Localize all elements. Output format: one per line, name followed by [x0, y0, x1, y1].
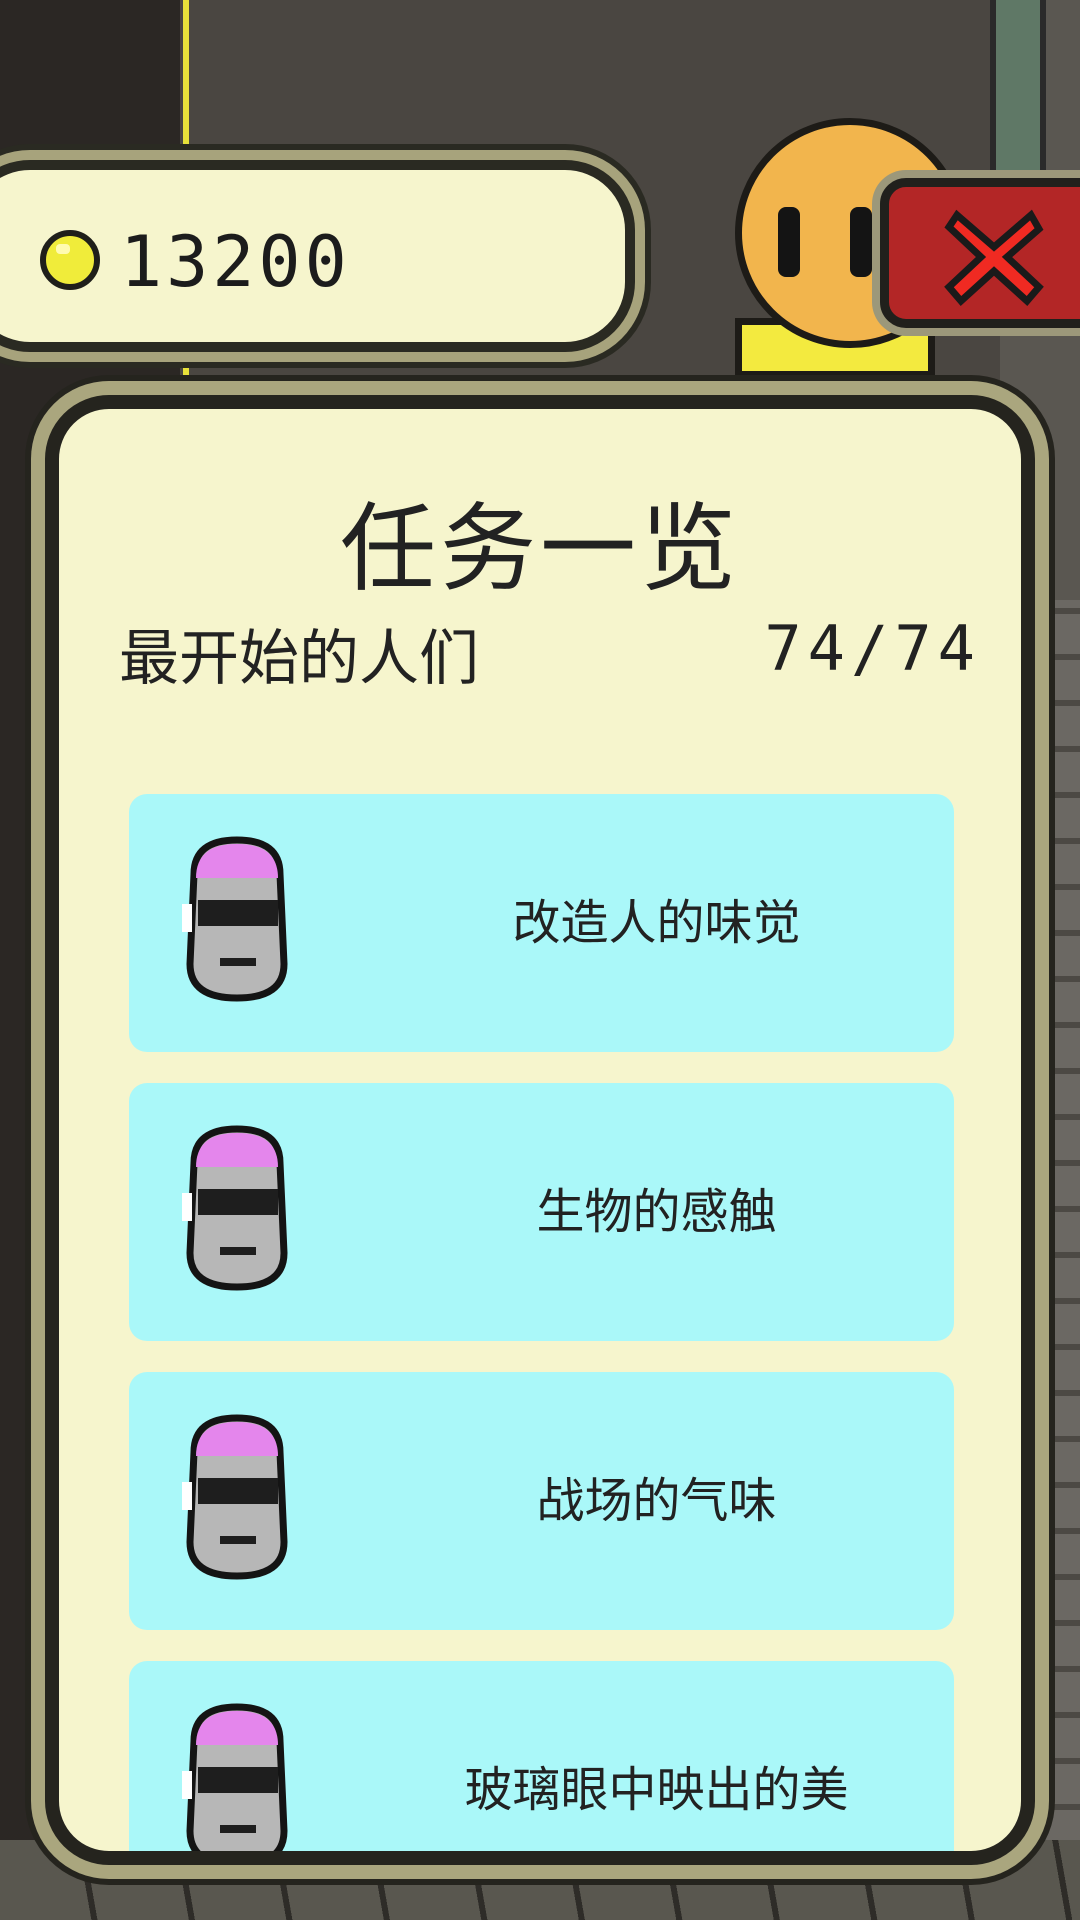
close-x-icon [944, 209, 1044, 307]
quest-item[interactable]: 战场的气味 [129, 1372, 954, 1630]
background-pole [990, 0, 1046, 190]
quest-list: 改造人的味觉 生物的感触 战场的气味 玻璃眼中映出的美 [129, 794, 954, 1851]
quest-progress-count: 74/74 [764, 612, 981, 685]
quest-item[interactable]: 生物的感触 [129, 1083, 954, 1341]
quest-title: 玻璃眼中映出的美 [464, 1762, 849, 1818]
currency-value: 13200 [120, 221, 351, 303]
panel-title: 任务一览 [340, 493, 740, 605]
quest-title: 改造人的味觉 [512, 895, 801, 951]
close-button[interactable] [880, 178, 1080, 328]
robot-helmet-icon [182, 1703, 288, 1851]
mascot-right-eye [850, 207, 872, 277]
quest-title: 战场的气味 [536, 1473, 777, 1529]
robot-helmet-icon [182, 1414, 288, 1580]
quest-item[interactable]: 改造人的味觉 [129, 794, 954, 1052]
robot-helmet-icon [182, 1125, 288, 1291]
quest-item[interactable]: 玻璃眼中映出的美 [129, 1661, 954, 1851]
quest-title: 生物的感触 [536, 1184, 777, 1240]
quest-list-panel: 任务一览 最开始的人们 74/74 改造人的味觉 生物的感触 战场的气味 玻璃眼… [45, 395, 1035, 1865]
background-wall-bricks [1040, 600, 1080, 1850]
quest-group-name: 最开始的人们 [119, 624, 479, 694]
robot-helmet-icon [182, 836, 288, 1002]
mascot-left-eye [778, 207, 800, 277]
currency-bar: 13200 [0, 160, 635, 352]
gold-coin-icon [40, 230, 100, 290]
